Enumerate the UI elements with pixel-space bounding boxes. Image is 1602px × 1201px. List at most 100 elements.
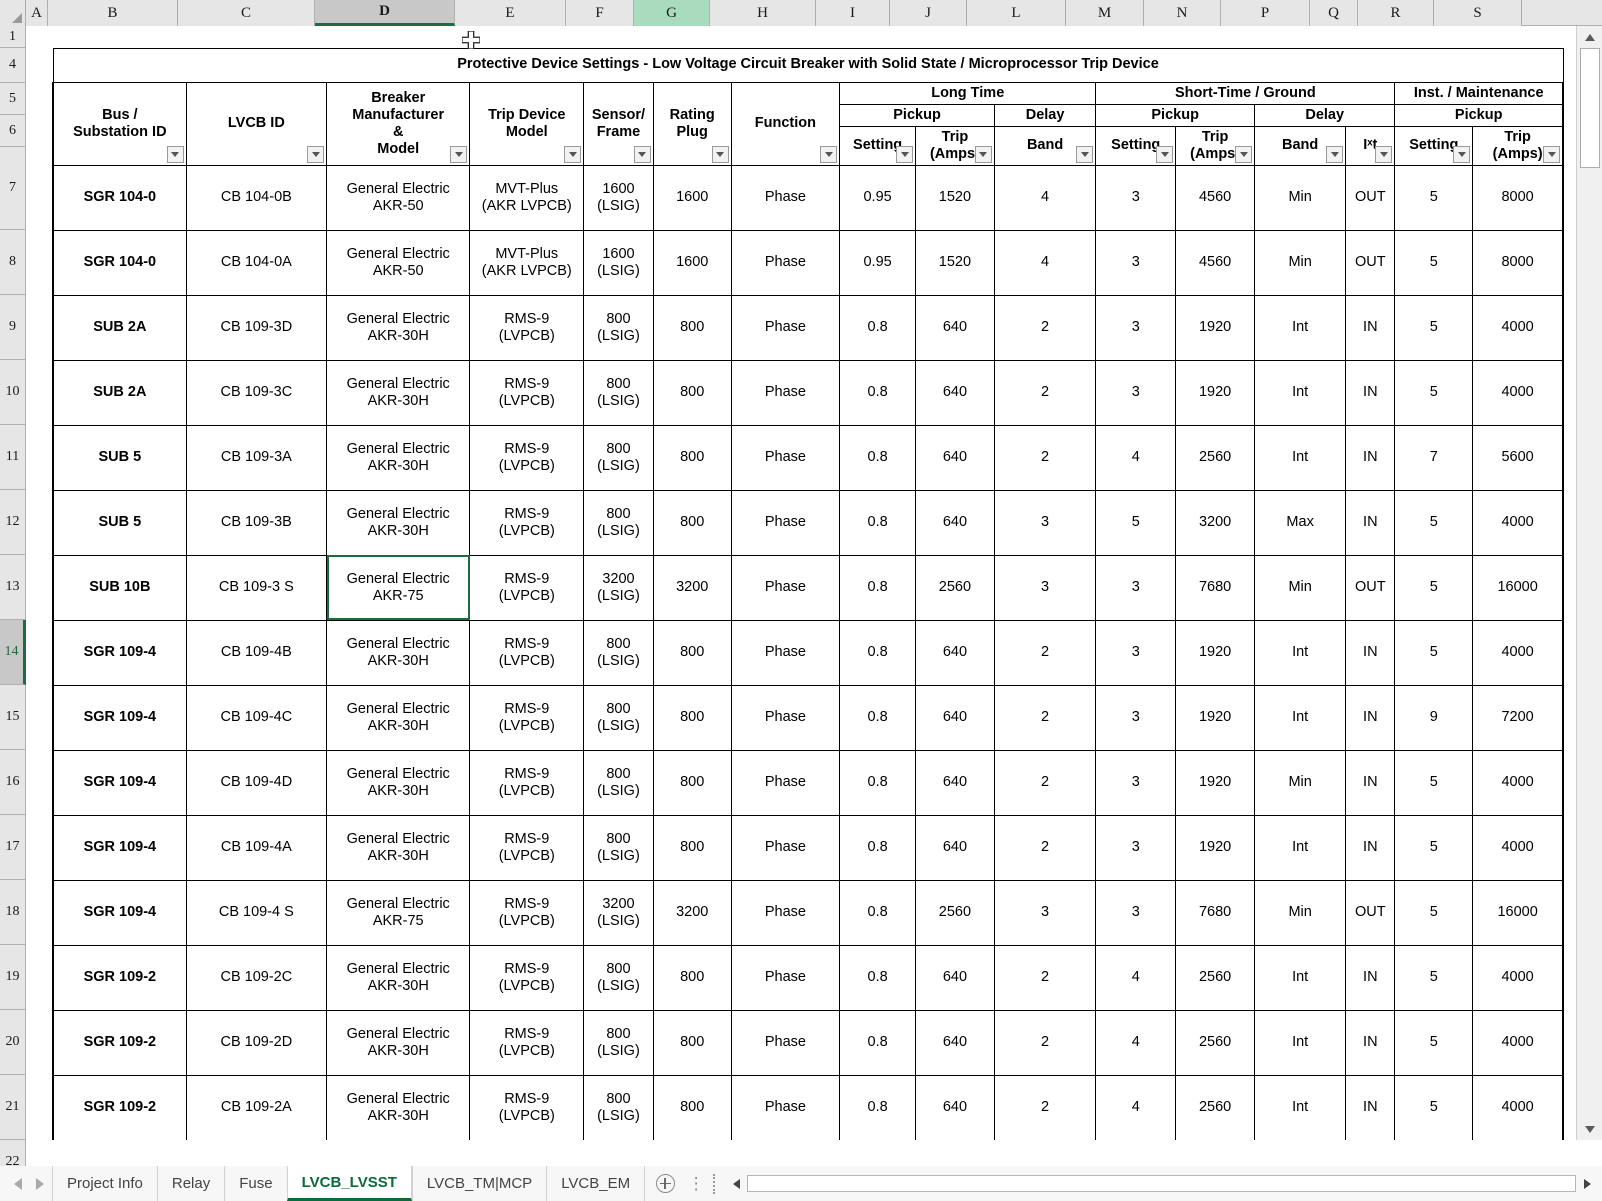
cell-sensor-frame[interactable]: 800 (LSIG) [583,359,654,426]
cell-trip-device[interactable]: MVT-Plus (AKR LVPCB) [469,164,585,231]
cell-lt-band[interactable]: 2 [993,944,1097,1011]
table-row[interactable]: SUB 10B CB 109-3 S General Electric AKR-75… [51,554,1565,621]
cell-breaker[interactable]: General Electric AKR-30H [326,424,471,491]
cell-function[interactable]: Phase [730,1074,841,1140]
cell-rating-plug[interactable]: 800 [652,1074,732,1140]
cell-lt-band[interactable]: 2 [993,1074,1097,1140]
cell-i2t[interactable]: OUT [1345,879,1396,946]
filter-icon-im-trip[interactable] [1543,145,1560,163]
cell-im-setting[interactable]: 5 [1394,554,1474,621]
cell-trip-device[interactable]: RMS-9 (LVPCB) [469,879,585,946]
cell-im-trip[interactable]: 4000 [1472,294,1565,361]
cell-lt-trip[interactable]: 640 [915,1074,995,1140]
cell-sensor-frame[interactable]: 800 (LSIG) [583,424,654,491]
column-header-g[interactable]: G [634,0,710,26]
cell-lt-setting[interactable]: 0.8 [839,814,916,881]
cell-lt-trip[interactable]: 640 [915,489,995,556]
cell-i2t[interactable]: IN [1345,424,1396,491]
cell-im-setting[interactable]: 5 [1394,294,1474,361]
cell-lt-band[interactable]: 2 [993,814,1097,881]
cell-st-trip[interactable]: 1920 [1175,749,1256,816]
filter-icon-rating-plug[interactable] [711,145,729,163]
cell-lt-trip[interactable]: 640 [915,1009,995,1076]
scroll-up-arrow-icon[interactable] [1577,26,1602,48]
cell-st-band[interactable]: Min [1254,749,1347,816]
cell-breaker[interactable]: General Electric AKR-30H [326,814,471,881]
row-header-16[interactable]: 16 [0,750,26,815]
column-header-j[interactable]: J [890,0,967,26]
cell-breaker[interactable]: General Electric AKR-30H [326,489,471,556]
column-header-c[interactable]: C [178,0,315,26]
cell-st-setting[interactable]: 3 [1095,879,1177,946]
scroll-down-arrow-icon[interactable] [1577,1118,1602,1140]
filter-icon-sensor-frame[interactable] [633,145,651,163]
cell-i2t[interactable]: IN [1345,944,1396,1011]
cell-breaker[interactable]: General Electric AKR-30H [326,684,471,751]
cell-bus[interactable]: SGR 109-4 [51,879,187,946]
cell-lt-band[interactable]: 2 [993,294,1097,361]
column-header-q[interactable]: Q [1310,0,1358,26]
cell-st-trip[interactable]: 2560 [1175,944,1256,1011]
filter-icon-st-setting[interactable] [1156,145,1174,163]
cell-im-trip[interactable]: 4000 [1472,489,1565,556]
column-header-e[interactable]: E [455,0,566,26]
cell-st-setting[interactable]: 3 [1095,554,1177,621]
table-row[interactable]: SGR 104-0 CB 104-0A General Electric AKR-5… [51,229,1565,296]
cell-breaker[interactable]: General Electric AKR-30H [326,294,471,361]
row-header-7[interactable]: 7 [0,147,26,230]
cell-rating-plug[interactable]: 800 [652,294,732,361]
cell-bus[interactable]: SGR 109-2 [51,1009,187,1076]
cell-i2t[interactable]: IN [1345,749,1396,816]
column-header-h[interactable]: H [710,0,816,26]
sheet-tab-project-info[interactable]: Project Info [52,1166,157,1201]
cell-function[interactable]: Phase [730,229,841,296]
cell-st-band[interactable]: Int [1254,944,1347,1011]
cell-lt-setting[interactable]: 0.8 [839,294,916,361]
cell-function[interactable]: Phase [730,749,841,816]
cell-st-trip[interactable]: 2560 [1175,424,1256,491]
cell-lvcb-id[interactable]: CB 109-3B [185,489,328,556]
row-header-19[interactable]: 19 [0,945,26,1010]
cell-function[interactable]: Phase [730,944,841,1011]
cell-rating-plug[interactable]: 800 [652,684,732,751]
cell-sensor-frame[interactable]: 3200 (LSIG) [583,554,654,621]
cell-im-setting[interactable]: 5 [1394,229,1474,296]
cell-bus[interactable]: SGR 109-4 [51,749,187,816]
cell-im-trip[interactable]: 4000 [1472,944,1565,1011]
cell-sensor-frame[interactable]: 1600 (LSIG) [583,164,654,231]
cell-breaker[interactable]: General Electric AKR-30H [326,944,471,1011]
column-header-s[interactable]: S [1434,0,1522,26]
cell-lvcb-id[interactable]: CB 104-0A [185,229,328,296]
sheet-tab-lvcb-tm-mcp[interactable]: LVCB_TM|MCP [411,1166,547,1201]
filter-icon-trip-device[interactable] [564,145,582,163]
cell-rating-plug[interactable]: 800 [652,359,732,426]
cell-i2t[interactable]: IN [1345,619,1396,686]
cell-lt-trip[interactable]: 1520 [915,229,995,296]
cell-lt-band[interactable]: 4 [993,164,1097,231]
cell-im-setting[interactable]: 5 [1394,619,1474,686]
cell-lt-trip[interactable]: 640 [915,814,995,881]
cell-trip-device[interactable]: RMS-9 (LVPCB) [469,684,585,751]
cell-function[interactable]: Phase [730,359,841,426]
cell-lt-trip[interactable]: 640 [915,684,995,751]
cell-lvcb-id[interactable]: CB 109-3D [185,294,328,361]
cell-trip-device[interactable]: MVT-Plus (AKR LVPCB) [469,229,585,296]
cell-rating-plug[interactable]: 800 [652,749,732,816]
cell-im-trip[interactable]: 4000 [1472,619,1565,686]
cell-function[interactable]: Phase [730,489,841,556]
cell-i2t[interactable]: IN [1345,1009,1396,1076]
cell-lt-band[interactable]: 2 [993,749,1097,816]
cell-st-setting[interactable]: 4 [1095,944,1177,1011]
cell-st-trip[interactable]: 4560 [1175,164,1256,231]
cell-function[interactable]: Phase [730,424,841,491]
cell-st-trip[interactable]: 1920 [1175,294,1256,361]
cell-lt-setting[interactable]: 0.8 [839,749,916,816]
cell-bus[interactable]: SGR 109-4 [51,814,187,881]
cell-bus[interactable]: SUB 10B [51,554,187,621]
cell-lt-setting[interactable]: 0.8 [839,619,916,686]
cell-lvcb-id[interactable]: CB 109-4B [185,619,328,686]
cell-trip-device[interactable]: RMS-9 (LVPCB) [469,554,585,621]
cell-lt-setting[interactable]: 0.8 [839,1074,916,1140]
cell-lt-trip[interactable]: 2560 [915,879,995,946]
hscroll-left-arrow-icon[interactable] [725,1166,747,1201]
